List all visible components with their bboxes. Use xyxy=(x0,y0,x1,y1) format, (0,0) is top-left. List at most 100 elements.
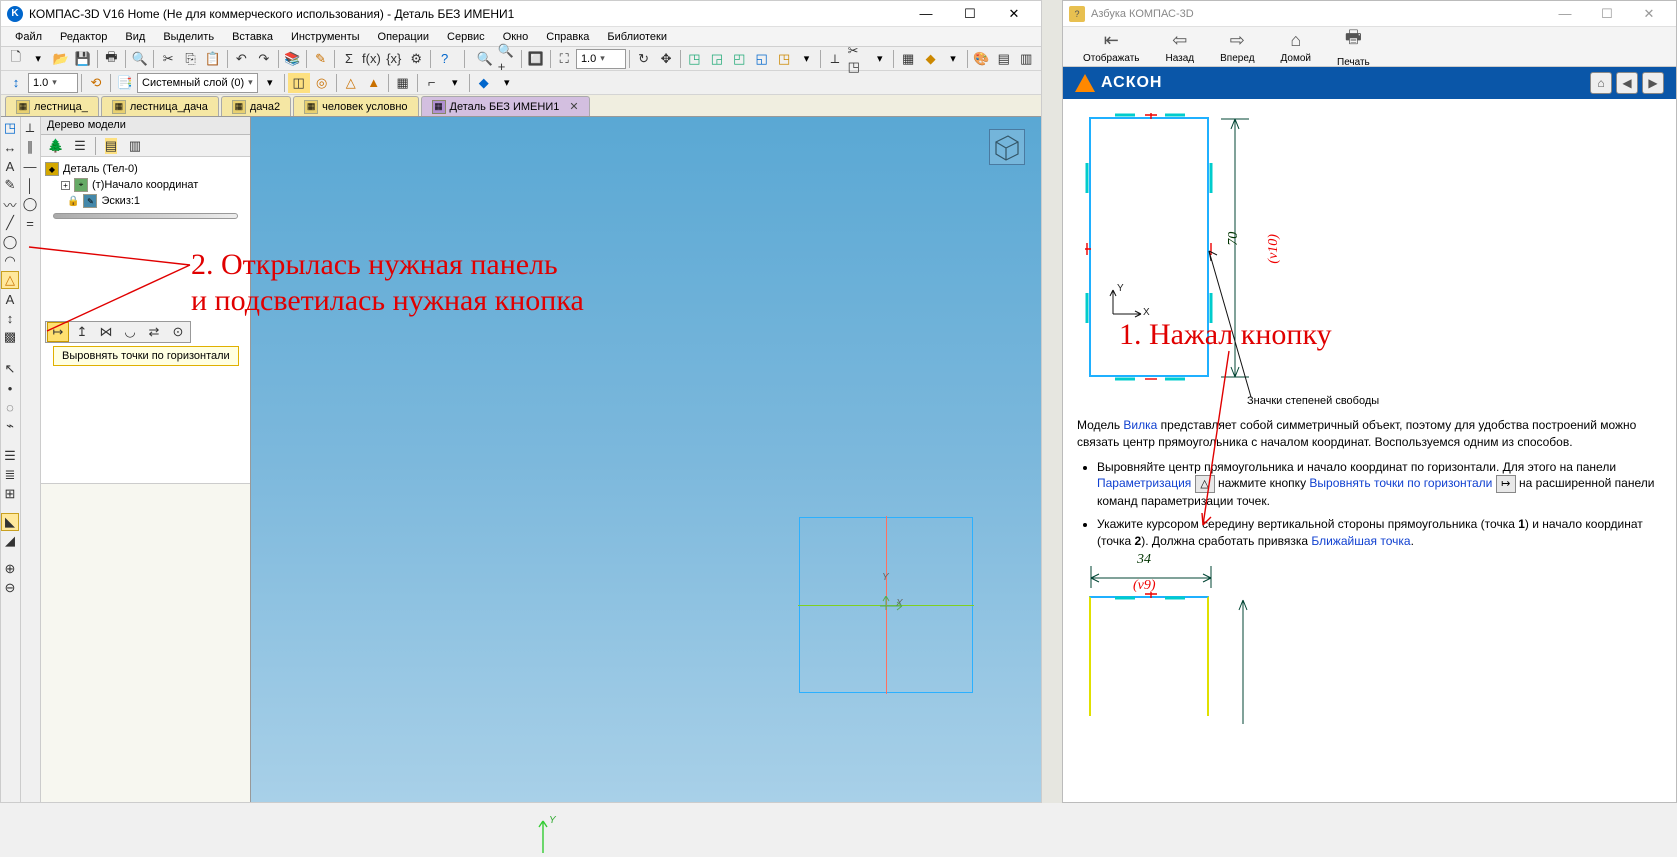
tab-item[interactable]: ▦дача2 xyxy=(221,96,291,116)
tree-item[interactable]: 🔒 ✎ Эскиз:1 xyxy=(67,193,246,209)
help-back-button[interactable]: ⇦Назад xyxy=(1165,30,1194,64)
break-tool-icon[interactable]: ⌁ xyxy=(1,417,19,435)
line-panel-icon[interactable]: ╱ xyxy=(1,214,19,232)
tree-root[interactable]: ◆ Деталь (Тел-0) xyxy=(45,161,246,177)
measure-panel-icon[interactable]: ↕ xyxy=(1,309,19,327)
link-button[interactable]: ⟲ xyxy=(85,73,107,93)
build-dropdown[interactable]: ▾ xyxy=(942,49,963,69)
style-btn[interactable]: ◆ xyxy=(473,73,495,93)
help-home-button[interactable]: ⌂Домой xyxy=(1281,30,1311,64)
library-button[interactable]: 📚 xyxy=(281,49,302,69)
close-button[interactable]: ✕ xyxy=(993,3,1035,25)
tab-item[interactable]: ▦лестница_ xyxy=(5,96,99,116)
section-dropdown[interactable]: ▾ xyxy=(869,49,890,69)
link-vilka[interactable]: Вилка xyxy=(1123,418,1157,432)
link-align-horizontal[interactable]: Выровнять точки по горизонтали xyxy=(1309,477,1492,491)
grid-btn[interactable]: ▦ xyxy=(392,73,414,93)
inst-6[interactable]: = xyxy=(21,214,39,232)
view-shade-button[interactable]: ◳ xyxy=(773,49,794,69)
expand-icon[interactable]: + xyxy=(61,181,70,190)
circle-panel-icon[interactable]: ◯ xyxy=(1,233,19,251)
body-button[interactable]: ▦ xyxy=(897,49,918,69)
menu-tools[interactable]: Инструменты xyxy=(283,29,368,45)
tab-close-icon[interactable]: ✕ xyxy=(569,100,578,113)
align-vertical-button[interactable]: ↥ xyxy=(71,322,93,342)
angle-dropdown[interactable]: ▾ xyxy=(444,73,466,93)
view-dropdown[interactable]: ▾ xyxy=(796,49,817,69)
zoom-fit-button[interactable]: 🔍+ xyxy=(497,49,518,69)
line-scale-combo[interactable]: 1.0 xyxy=(28,73,78,93)
menu-select[interactable]: Выделить xyxy=(155,29,222,45)
xy-constraints-button[interactable]: {x} xyxy=(383,49,404,69)
view-std1-button[interactable]: ◲ xyxy=(706,49,727,69)
new-button[interactable]: 🗋 xyxy=(5,49,26,69)
parametrization-panel-icon[interactable]: △ xyxy=(1,271,19,289)
layer-settings-btn[interactable]: ▾ xyxy=(259,73,281,93)
parametric-button[interactable]: ⚙ xyxy=(406,49,427,69)
save-button[interactable]: 💾 xyxy=(72,49,93,69)
text-panel-icon[interactable]: А xyxy=(1,157,19,175)
link-nearest-point[interactable]: Ближайшая точка xyxy=(1311,534,1410,548)
inst-1[interactable]: ⟂ xyxy=(21,119,39,137)
layer-combo[interactable]: Системный слой (0) xyxy=(137,73,258,93)
constraint-btn-2[interactable]: ▲ xyxy=(363,73,385,93)
tile-button[interactable]: ▤ xyxy=(993,49,1014,69)
appearance-button[interactable]: 🎨 xyxy=(971,49,992,69)
tool-f[interactable]: ⊖ xyxy=(1,579,19,597)
help-print-button[interactable]: 🖶Печать xyxy=(1337,25,1370,68)
help-show-button[interactable]: ⇤Отображать xyxy=(1083,30,1139,64)
inst-4[interactable]: │ xyxy=(21,176,39,194)
inline-align-icon[interactable]: ↦ xyxy=(1496,475,1516,493)
cascade-button[interactable]: ▥ xyxy=(1016,49,1037,69)
copy-button[interactable]: ⎘ xyxy=(180,49,201,69)
tree-tb-1[interactable]: 🌲 xyxy=(45,136,67,156)
pan-button[interactable]: ✥ xyxy=(655,49,676,69)
brand-prev-button[interactable]: ◀ xyxy=(1616,72,1638,94)
tab-item[interactable]: ▦человек условно xyxy=(293,96,418,116)
menu-insert[interactable]: Вставка xyxy=(224,29,281,45)
perspective-button[interactable]: ⟂ xyxy=(824,49,845,69)
zoom-area-button[interactable]: 🔍 xyxy=(474,49,495,69)
align-horizontal-button[interactable]: ↦ xyxy=(47,322,69,342)
zoom-window-button[interactable]: 🔲 xyxy=(525,49,546,69)
build-button[interactable]: ◆ xyxy=(920,49,941,69)
undo-button[interactable]: ↶ xyxy=(231,49,252,69)
inst-3[interactable]: — xyxy=(21,157,39,175)
tool-b[interactable]: ≣ xyxy=(1,466,19,484)
brand-next-button[interactable]: ▶ xyxy=(1642,72,1664,94)
ortho-btn[interactable]: ◫ xyxy=(288,73,310,93)
tree-tb-4[interactable]: ▥ xyxy=(124,136,146,156)
hatch-panel-icon[interactable]: ▩ xyxy=(1,328,19,346)
print-button[interactable]: 🖶 xyxy=(101,49,122,69)
menu-editor[interactable]: Редактор xyxy=(52,29,115,45)
minimize-button[interactable]: — xyxy=(1544,3,1586,25)
angle-btn[interactable]: ⌐ xyxy=(421,73,443,93)
view-iso-button[interactable]: ◳ xyxy=(684,49,705,69)
refresh-button[interactable]: ↻ xyxy=(633,49,654,69)
layer-btn[interactable]: 📑 xyxy=(114,73,136,93)
sketch-button[interactable]: ✎ xyxy=(310,49,331,69)
menu-operations[interactable]: Операции xyxy=(370,29,437,45)
snap-btn[interactable]: ◎ xyxy=(311,73,333,93)
tab-item[interactable]: ▦лестница_дача xyxy=(101,96,219,116)
spline-panel-icon[interactable]: 〰 xyxy=(1,195,19,213)
style-dropdown[interactable]: ▾ xyxy=(496,73,518,93)
symmetry-button[interactable]: ⇄ xyxy=(143,322,165,342)
point-on-curve-button[interactable]: ◡ xyxy=(119,322,141,342)
tool-a[interactable]: ☰ xyxy=(1,447,19,465)
arc-panel-icon[interactable]: ◠ xyxy=(1,252,19,270)
new-dropdown[interactable]: ▾ xyxy=(27,49,48,69)
inst-5[interactable]: ◯ xyxy=(21,195,39,213)
redo-button[interactable]: ↷ xyxy=(253,49,274,69)
current-style-button[interactable]: ↕ xyxy=(5,73,27,93)
point-merge-button[interactable]: ⋈ xyxy=(95,322,117,342)
section-button[interactable]: ✂◳ xyxy=(847,49,868,69)
menu-help[interactable]: Справка xyxy=(538,29,597,45)
link-parametrization[interactable]: Параметризация xyxy=(1097,477,1191,491)
maximize-button[interactable]: ☐ xyxy=(949,3,991,25)
menu-file[interactable]: Файл xyxy=(7,29,50,45)
zoom-whole-button[interactable]: ⛶ xyxy=(554,49,575,69)
point-tool-icon[interactable]: • xyxy=(1,379,19,397)
menu-service[interactable]: Сервис xyxy=(439,29,493,45)
view-std2-button[interactable]: ◰ xyxy=(729,49,750,69)
